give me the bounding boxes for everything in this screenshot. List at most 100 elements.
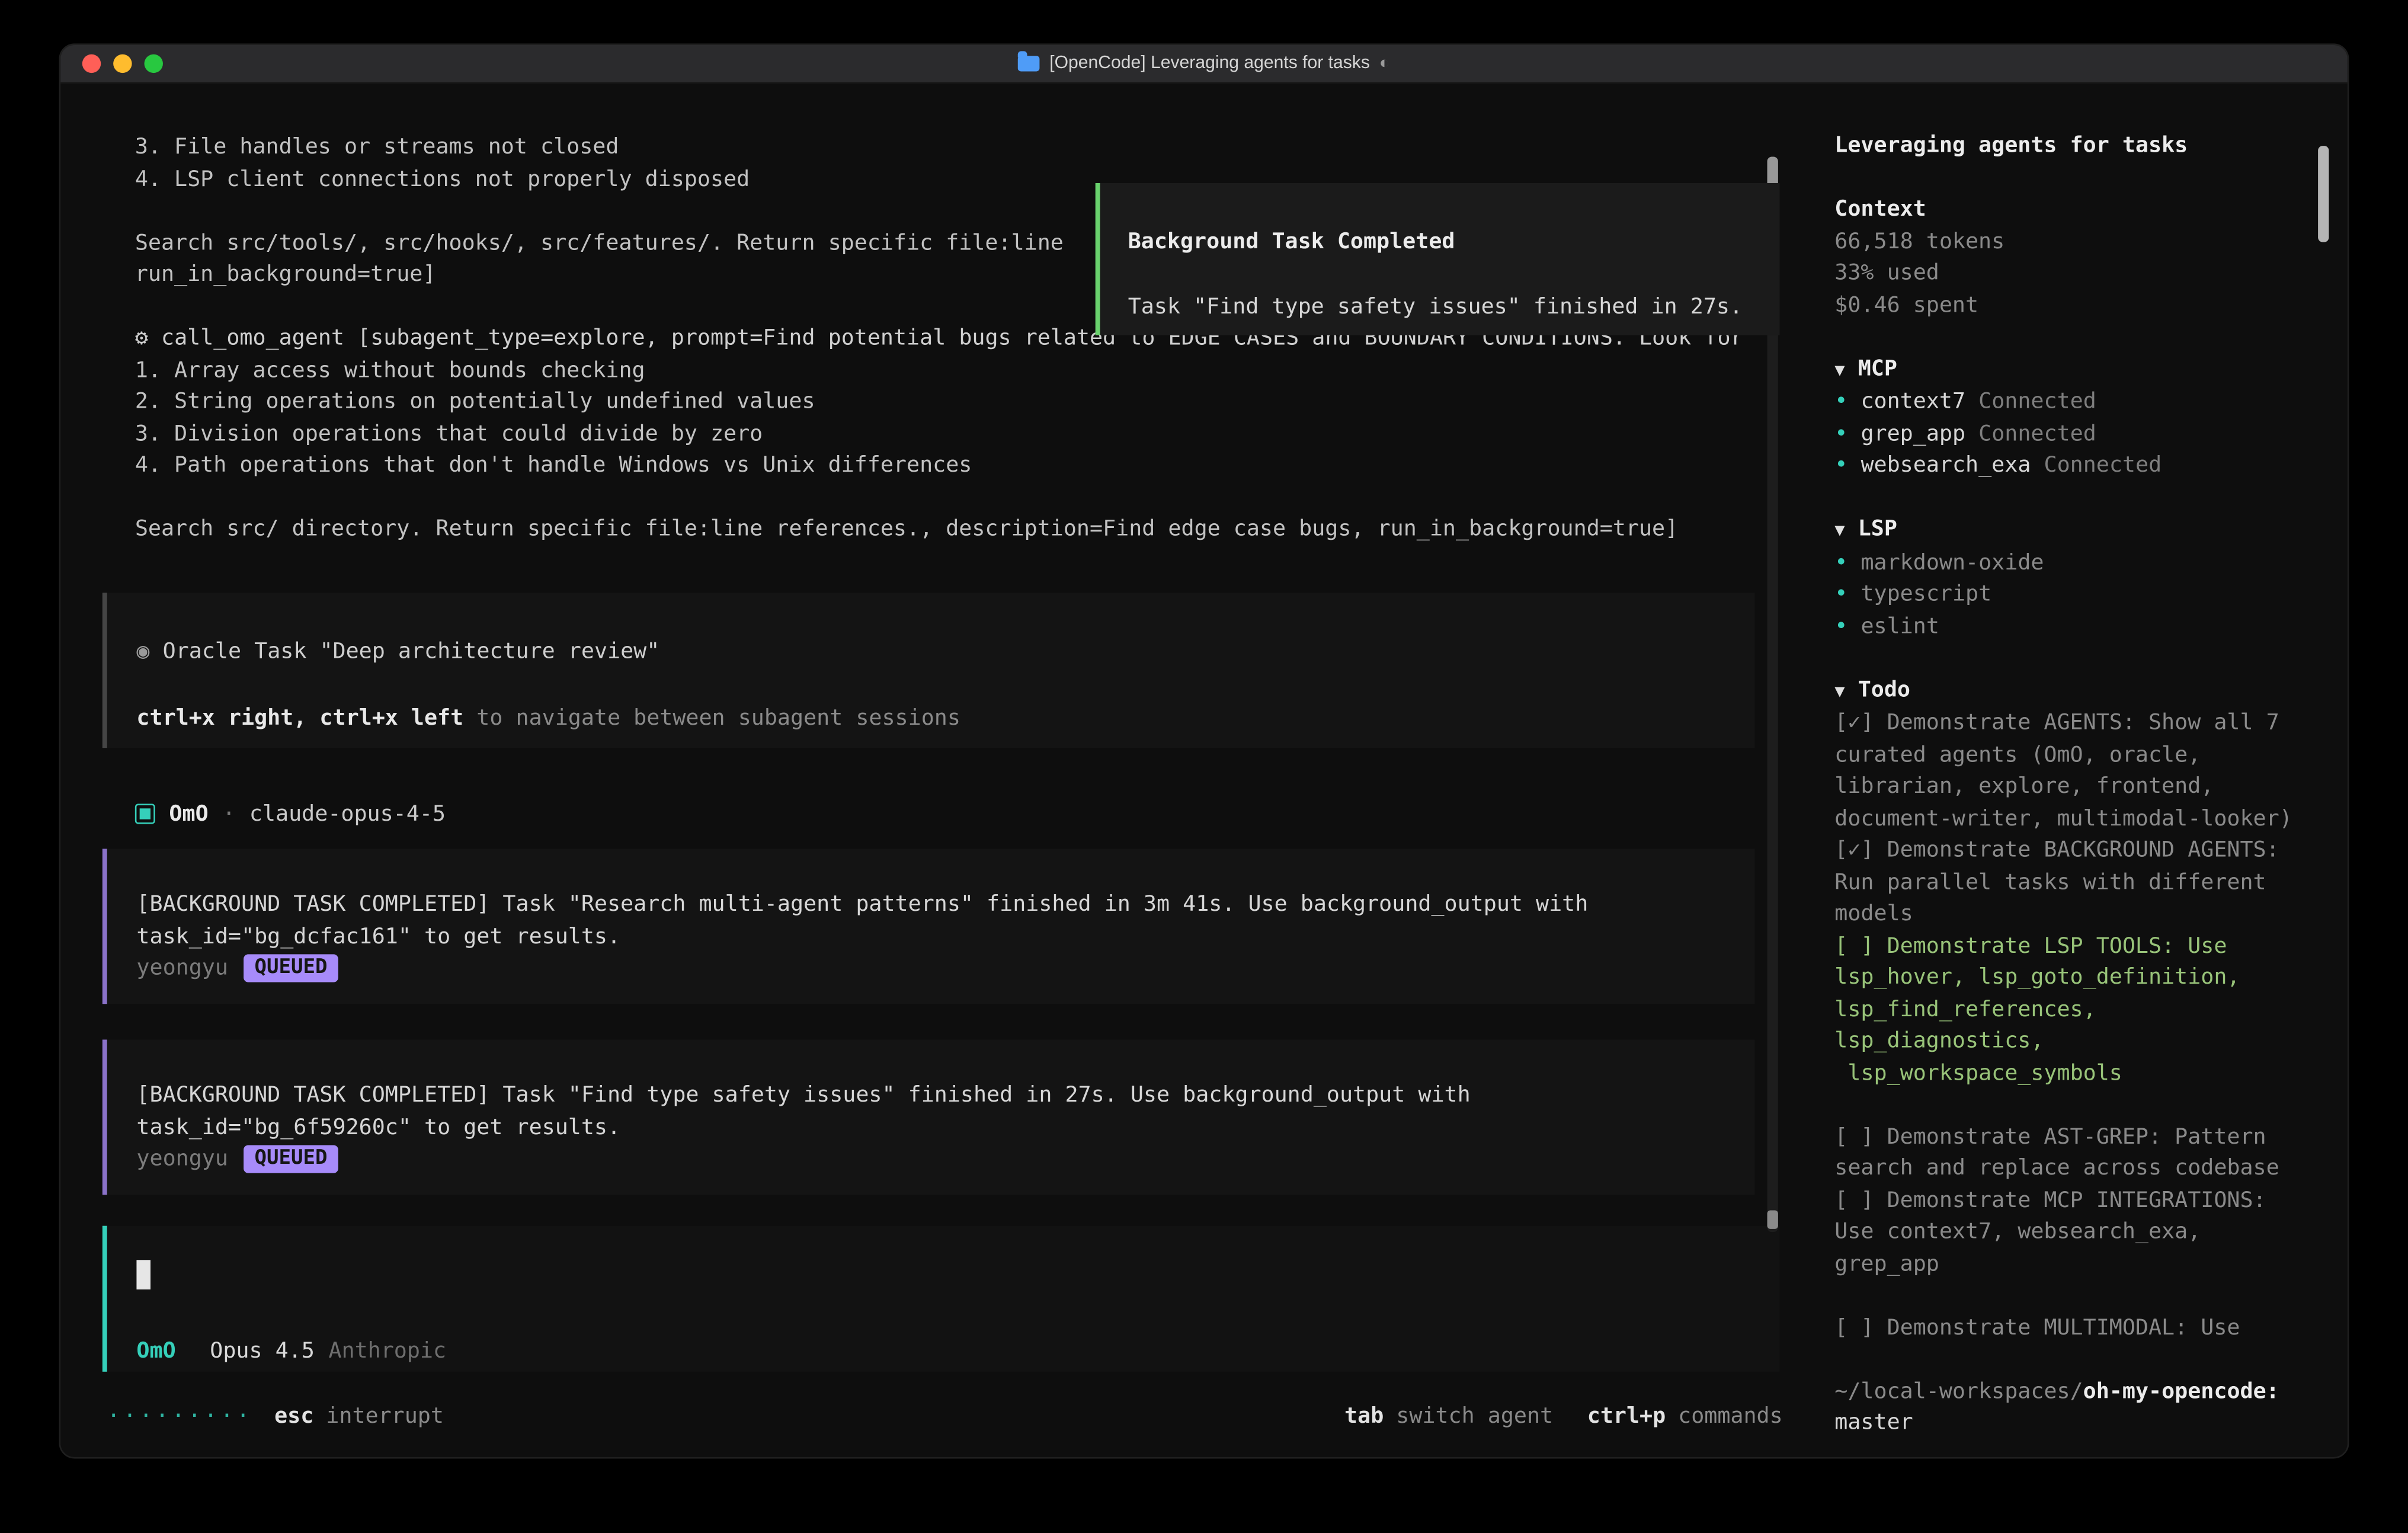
sidebar-scrollbar-thumb[interactable] bbox=[2318, 146, 2329, 242]
checkbox-icon bbox=[135, 804, 155, 824]
session-state-icon: ◐ bbox=[1379, 48, 1389, 80]
tab-key-label: tab bbox=[1344, 1401, 1384, 1433]
toast-title: Background Task Completed bbox=[1128, 226, 1780, 258]
interrupt-shortcut: esc interrupt bbox=[274, 1401, 444, 1433]
lsp-item: • markdown-oxide bbox=[1834, 547, 2318, 579]
status-bar: ········· esc interrupt tab switch agent… bbox=[107, 1401, 1783, 1433]
todo-item-active: [ ] Demonstrate LSP TOOLS: Use lsp_hover… bbox=[1834, 930, 2318, 1089]
context-heading: Context bbox=[1834, 194, 2318, 226]
zoom-button[interactable] bbox=[145, 55, 163, 73]
desktop: [OpenCode] Leveraging agents for tasks ◐… bbox=[0, 0, 2408, 1533]
subagent-nav-hint: ctrl+x right, ctrl+x left to navigate be… bbox=[136, 703, 1754, 735]
lsp-item: • eslint bbox=[1834, 610, 2318, 642]
spinner-icon: ········· bbox=[107, 1401, 253, 1433]
workspace-branch: master bbox=[1834, 1407, 2318, 1439]
todo-item: [ ] Demonstrate MULTIMODAL: Use bbox=[1834, 1312, 2318, 1344]
chat-scrollback: 3. File handles or streams not closed 4.… bbox=[60, 84, 1811, 1458]
mcp-item: • grep_app Connected bbox=[1834, 418, 2318, 450]
titlebar[interactable]: [OpenCode] Leveraging agents for tasks ◐ bbox=[60, 45, 2348, 84]
lsp-name: eslint bbox=[1861, 614, 1939, 639]
context-used: 33% used bbox=[1834, 258, 2318, 290]
switch-agent-shortcut: tab switch agent bbox=[1344, 1401, 1553, 1433]
context-spent: $0.46 spent bbox=[1834, 289, 2318, 321]
todo-item: [✓] Demonstrate BACKGROUND AGENTS: Run p… bbox=[1834, 835, 2318, 930]
agent-header: OmO · claude-opus-4-5 bbox=[135, 798, 1811, 830]
toast-body: Task "Find type safety issues" finished … bbox=[1128, 291, 1780, 323]
main-scrollbar-marker[interactable] bbox=[1767, 1210, 1778, 1228]
background-task-message: [BACKGROUND TASK COMPLETED] Task "Resear… bbox=[103, 849, 1755, 1004]
window-content: 3. File handles or streams not closed 4.… bbox=[60, 84, 2348, 1458]
lsp-item: • typescript bbox=[1834, 579, 2318, 611]
tool-call-item: 4. Path operations that don't handle Win… bbox=[103, 450, 1811, 482]
minimize-button[interactable] bbox=[113, 55, 132, 73]
esc-action-label: interrupt bbox=[326, 1401, 444, 1433]
window-title-text: [OpenCode] Leveraging agents for tasks bbox=[1049, 48, 1370, 80]
bullet-icon: • bbox=[1834, 453, 1847, 478]
terminal-window: [OpenCode] Leveraging agents for tasks ◐… bbox=[59, 43, 2349, 1458]
chevron-down-icon: ▼ bbox=[1834, 359, 1845, 379]
input-agent-name: OmO bbox=[136, 1335, 175, 1367]
todo-item: [✓] Demonstrate AGENTS: Show all 7 curat… bbox=[1834, 708, 2318, 835]
esc-key-label: esc bbox=[274, 1401, 313, 1433]
todo-item: [ ] Demonstrate MCP INTEGRATIONS: Use co… bbox=[1834, 1185, 2318, 1280]
prompt-input[interactable]: OmO Opus 4.5 Anthropic bbox=[103, 1226, 1780, 1372]
session-sidebar: Leveraging agents for tasks Context 66,5… bbox=[1811, 84, 2348, 1458]
message-author: yeongyu bbox=[136, 1144, 228, 1176]
queued-badge: QUEUED bbox=[244, 1145, 338, 1173]
bullet-icon: • bbox=[1834, 582, 1847, 607]
ctrlp-action-label: commands bbox=[1678, 1401, 1783, 1433]
mcp-status: Connected bbox=[1978, 389, 2096, 414]
mcp-status: Connected bbox=[1978, 421, 2096, 446]
folder-icon bbox=[1019, 56, 1040, 71]
background-task-toast: Background Task Completed Task "Find typ… bbox=[1096, 183, 1780, 335]
shortcut-hints: tab switch agent ctrl+p commands bbox=[1344, 1401, 1783, 1433]
lsp-heading-label: LSP bbox=[1858, 517, 1897, 542]
lsp-heading[interactable]: ▼ LSP bbox=[1834, 514, 2318, 547]
mcp-name: context7 bbox=[1861, 389, 1965, 414]
message-meta: yeongyu QUEUED bbox=[136, 1144, 1754, 1176]
ctrlp-key-label: ctrl+p bbox=[1587, 1401, 1666, 1433]
bullet-icon: • bbox=[1834, 421, 1847, 446]
close-button[interactable] bbox=[82, 55, 101, 73]
lsp-name: markdown-oxide bbox=[1861, 550, 2044, 575]
input-meta: OmO Opus 4.5 Anthropic bbox=[136, 1335, 446, 1367]
workspace-path-prefix: ~/local-workspaces/ bbox=[1834, 1379, 2083, 1404]
mcp-item: • context7 Connected bbox=[1834, 386, 2318, 418]
gear-icon: ⚙ bbox=[135, 326, 148, 351]
oracle-task-title-text: Oracle Task "Deep architecture review" bbox=[163, 639, 660, 664]
input-provider-name: Anthropic bbox=[328, 1335, 446, 1367]
chevron-down-icon: ▼ bbox=[1834, 520, 1845, 540]
tab-action-label: switch agent bbox=[1396, 1401, 1553, 1433]
todo-item: [ ] Demonstrate AST-GREP: Pattern search… bbox=[1834, 1121, 2318, 1185]
todo-heading[interactable]: ▼ Todo bbox=[1834, 674, 2318, 708]
tool-call-footer: Search src/ directory. Return specific f… bbox=[103, 514, 1811, 546]
message-meta: yeongyu QUEUED bbox=[136, 953, 1754, 985]
queued-badge: QUEUED bbox=[244, 955, 338, 982]
background-task-message: [BACKGROUND TASK COMPLETED] Task "Find t… bbox=[103, 1039, 1755, 1195]
session-title: Leveraging agents for tasks bbox=[1834, 130, 2318, 162]
bullet-icon: • bbox=[1834, 389, 1847, 414]
agent-name: OmO bbox=[169, 798, 208, 830]
bullet-icon: • bbox=[1834, 550, 1847, 575]
tool-call-item: 2. String operations on potentially unde… bbox=[103, 386, 1811, 418]
mcp-heading[interactable]: ▼ MCP bbox=[1834, 353, 2318, 386]
text-cursor bbox=[136, 1260, 150, 1289]
separator-dot: · bbox=[222, 798, 235, 830]
log-line: 3. File handles or streams not closed bbox=[103, 132, 1811, 164]
mcp-item: • websearch_exa Connected bbox=[1834, 450, 2318, 482]
todo-heading-label: Todo bbox=[1858, 677, 1910, 702]
oracle-task-panel: ◉ Oracle Task "Deep architecture review"… bbox=[103, 592, 1755, 747]
hint-text: to navigate between subagent sessions bbox=[463, 706, 960, 731]
input-model-name: Opus 4.5 bbox=[210, 1335, 315, 1367]
window-title: [OpenCode] Leveraging agents for tasks ◐ bbox=[60, 48, 2348, 80]
lsp-name: typescript bbox=[1861, 582, 1991, 607]
mcp-name: websearch_exa bbox=[1861, 453, 2031, 478]
message-author: yeongyu bbox=[136, 953, 228, 985]
sidebar-scrollbar[interactable] bbox=[2318, 107, 2329, 1442]
hint-keys: ctrl+x right, ctrl+x left bbox=[136, 706, 463, 731]
mcp-name: grep_app bbox=[1861, 421, 1965, 446]
agent-model: claude-opus-4-5 bbox=[249, 798, 446, 830]
mcp-heading-label: MCP bbox=[1858, 356, 1897, 381]
bullet-icon: • bbox=[1834, 614, 1847, 639]
message-body: [BACKGROUND TASK COMPLETED] Task "Resear… bbox=[136, 889, 1754, 952]
